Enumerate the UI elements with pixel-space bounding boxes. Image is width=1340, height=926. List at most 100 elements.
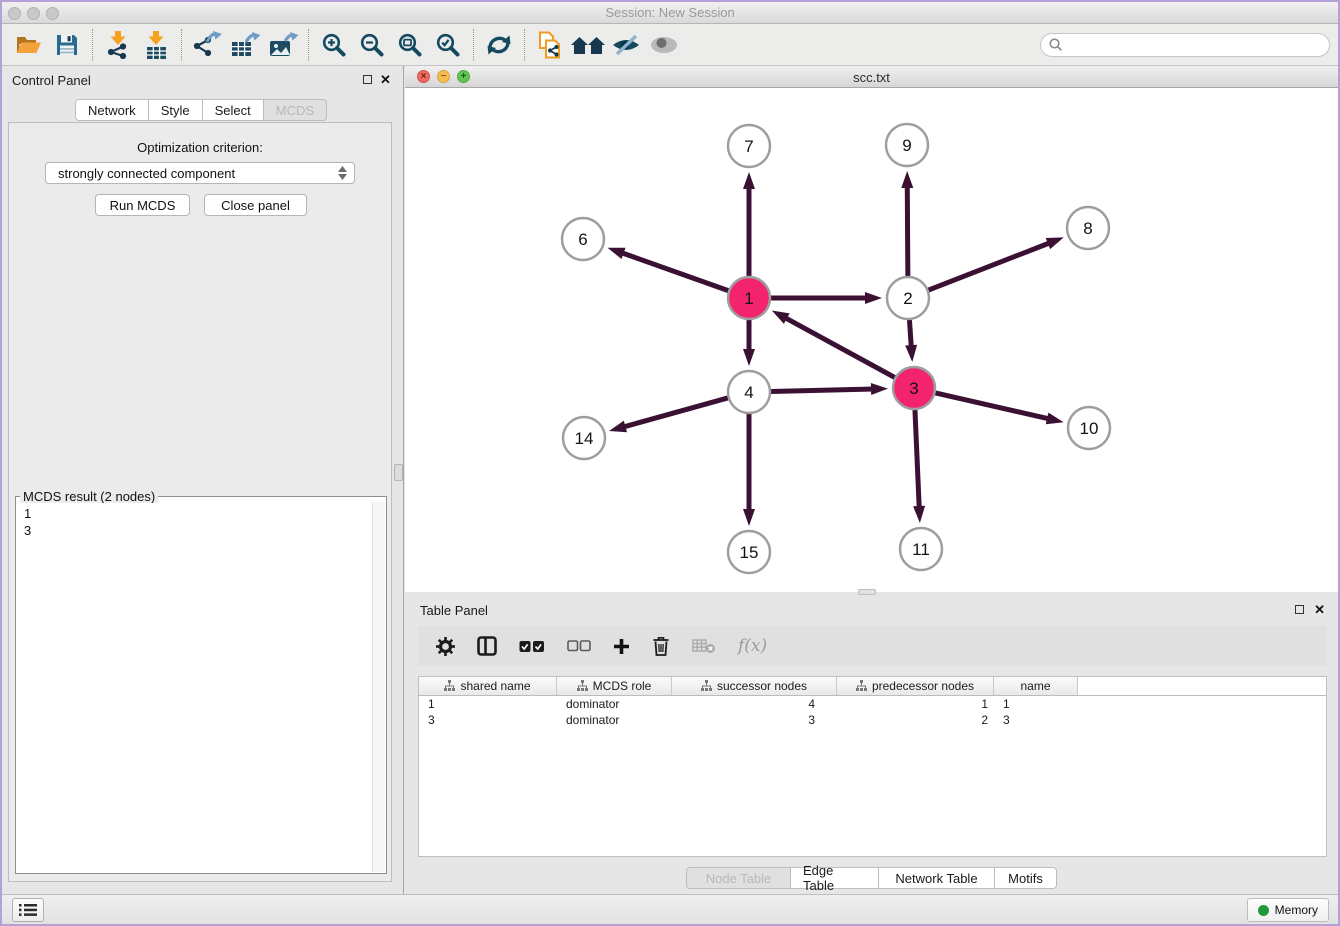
home-layout-button[interactable]	[569, 28, 607, 62]
svg-text:15: 15	[740, 543, 759, 562]
table-panel: Table Panel ✕	[405, 595, 1338, 892]
run-mcds-button[interactable]: Run MCDS	[95, 194, 190, 216]
tab-network-table[interactable]: Network Table	[879, 867, 995, 889]
tab-network[interactable]: Network	[75, 99, 149, 121]
sort-hierarchy-icon	[856, 680, 867, 692]
tab-node-table[interactable]: Node Table	[686, 867, 791, 889]
clone-network-icon	[537, 31, 563, 59]
eye-icon	[649, 34, 679, 56]
export-table-button[interactable]	[226, 28, 264, 62]
search-field[interactable]	[1040, 33, 1330, 57]
column-header-predecessor-nodes[interactable]: predecessor nodes	[837, 677, 994, 695]
delete-table-button[interactable]	[692, 638, 716, 654]
memory-button[interactable]: Memory	[1247, 898, 1329, 922]
export-network-button[interactable]	[188, 28, 226, 62]
graph-node-3[interactable]: 3	[893, 367, 935, 409]
task-history-button[interactable]	[12, 898, 44, 922]
table-row[interactable]: 1 dominator 4 1 1	[419, 696, 1326, 712]
graph-node-14[interactable]: 14	[563, 417, 605, 459]
graph-node-9[interactable]: 9	[886, 124, 928, 166]
graph-node-10[interactable]: 10	[1068, 407, 1110, 449]
edge-arrow-1-2	[865, 292, 882, 304]
graph-node-15[interactable]: 15	[728, 531, 770, 573]
edge-3-11[interactable]	[915, 410, 919, 509]
zoom-in-button[interactable]	[315, 28, 353, 62]
column-header-mcds-role[interactable]: MCDS role	[557, 677, 672, 695]
close-panel-button[interactable]: Close panel	[204, 194, 307, 216]
graph-node-8[interactable]: 8	[1067, 207, 1109, 249]
edge-arrow-1-7	[743, 172, 755, 189]
cell-mcds-role: dominator	[557, 713, 672, 727]
column-header-name[interactable]: name	[994, 677, 1078, 695]
show-detail-button[interactable]	[645, 28, 683, 62]
close-panel-icon[interactable]: ✕	[380, 72, 391, 87]
show-column-panel-button[interactable]	[477, 636, 497, 656]
save-session-button[interactable]	[48, 28, 86, 62]
deselect-all-button[interactable]	[567, 640, 591, 652]
edge-arrow-1-4	[743, 349, 755, 366]
search-input[interactable]	[1067, 37, 1321, 53]
zoom-fit-button[interactable]	[391, 28, 429, 62]
zoom-selected-button[interactable]	[429, 28, 467, 62]
graph-node-7[interactable]: 7	[728, 125, 770, 167]
status-bar: Memory	[2, 894, 1338, 924]
search-icon	[1049, 38, 1062, 51]
vertical-splitter-handle[interactable]	[394, 464, 403, 481]
edge-2-9[interactable]	[907, 185, 908, 276]
tab-motifs[interactable]: Motifs	[995, 867, 1057, 889]
graph-node-4[interactable]: 4	[728, 371, 770, 413]
network-graph[interactable]: 1 2 3 4 6 7 8 9 10 11 14 15	[405, 88, 1338, 592]
edge-3-1[interactable]	[784, 317, 895, 377]
import-table-button[interactable]	[137, 28, 175, 62]
mcds-result-title: MCDS result (2 nodes)	[20, 489, 158, 504]
graph-node-6[interactable]: 6	[562, 218, 604, 260]
graph-node-2[interactable]: 2	[887, 277, 929, 319]
network-window-titlebar: × − + scc.txt	[405, 66, 1338, 88]
export-image-button[interactable]	[264, 28, 302, 62]
optimization-criterion-select[interactable]: strongly connected component	[45, 162, 355, 184]
svg-text:1: 1	[744, 289, 753, 308]
float-table-panel-icon[interactable]	[1295, 605, 1304, 614]
window-title: Session: New Session	[2, 5, 1338, 20]
open-session-button[interactable]	[10, 28, 48, 62]
add-column-button[interactable]	[613, 638, 630, 655]
mcds-result-list[interactable]: 1 3	[17, 503, 371, 872]
memory-status-icon	[1258, 905, 1269, 916]
select-all-button[interactable]	[519, 640, 545, 653]
delete-column-button[interactable]	[652, 636, 670, 656]
clone-network-button[interactable]	[531, 28, 569, 62]
app-window: Session: New Session	[0, 0, 1340, 926]
memory-label: Memory	[1275, 903, 1318, 917]
cell-predecessor-nodes: 2	[837, 713, 994, 727]
hide-detail-button[interactable]	[607, 28, 645, 62]
svg-text:14: 14	[575, 429, 594, 448]
import-network-button[interactable]	[99, 28, 137, 62]
edge-3-10[interactable]	[935, 393, 1050, 419]
edge-1-6[interactable]	[621, 252, 729, 290]
settings-gear-button[interactable]	[436, 637, 455, 656]
column-header-successor-nodes[interactable]: successor nodes	[672, 677, 837, 695]
column-header-shared-name[interactable]: shared name	[419, 677, 557, 695]
edge-4-3[interactable]	[771, 389, 874, 391]
graph-node-11[interactable]: 11	[900, 528, 942, 570]
cell-shared-name: 3	[419, 713, 557, 727]
tab-edge-table[interactable]: Edge Table	[791, 867, 879, 889]
result-scrollbar[interactable]	[372, 502, 385, 872]
float-panel-icon[interactable]	[363, 75, 372, 84]
network-canvas[interactable]: 1 2 3 4 6 7 8 9 10 11 14 15	[405, 88, 1338, 592]
refresh-view-button[interactable]	[480, 28, 518, 62]
edge-4-14[interactable]	[623, 398, 728, 427]
graph-node-1[interactable]: 1	[728, 277, 770, 319]
table-row[interactable]: 3 dominator 3 2 3	[419, 712, 1326, 728]
mcds-result-box: MCDS result (2 nodes) 1 3	[15, 496, 387, 874]
edge-2-3[interactable]	[909, 320, 911, 348]
close-table-panel-icon[interactable]: ✕	[1314, 602, 1325, 617]
function-builder-button[interactable]: f(x)	[738, 636, 767, 656]
tab-select[interactable]: Select	[203, 99, 264, 121]
table-tabs: Node Table Edge Table Network Table Moti…	[405, 867, 1338, 889]
zoom-out-button[interactable]	[353, 28, 391, 62]
edge-2-8[interactable]	[929, 242, 1051, 290]
select-stepper-icon	[338, 166, 347, 180]
tab-style[interactable]: Style	[149, 99, 203, 121]
tab-mcds[interactable]: MCDS	[264, 99, 327, 121]
